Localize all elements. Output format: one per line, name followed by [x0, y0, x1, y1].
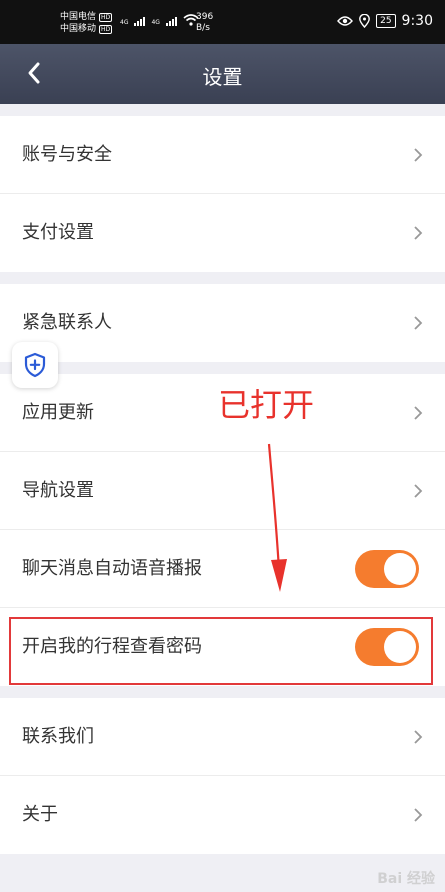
- speed-value: 396: [196, 12, 214, 22]
- chevron-right-icon: [414, 730, 423, 744]
- settings-item-label: 账号与安全: [22, 144, 112, 165]
- hd-badge: HD: [99, 24, 113, 34]
- carrier-2-label: 中国移动: [60, 24, 97, 34]
- toggle-knob: [384, 553, 416, 585]
- network-speed: 396 B/s: [196, 12, 213, 34]
- annotation-text: 已打开: [218, 386, 315, 424]
- hd-badge: HD: [99, 12, 113, 22]
- settings-item-account-security[interactable]: 账号与安全: [0, 116, 445, 194]
- chevron-right-icon: [414, 406, 423, 420]
- settings-group-emergency: 紧急联系人: [0, 284, 445, 362]
- chevron-right-icon: [414, 316, 423, 330]
- settings-item-payment[interactable]: 支付设置: [0, 194, 445, 272]
- settings-item-voice-broadcast: 聊天消息自动语音播报: [0, 530, 445, 608]
- voice-broadcast-toggle[interactable]: [355, 550, 419, 588]
- settings-item-label: 导航设置: [22, 480, 94, 501]
- status-right: 25 9:30: [337, 13, 433, 29]
- settings-item-label: 联系我们: [22, 726, 94, 747]
- battery-icon: 25: [376, 14, 396, 28]
- signal-bars-icon: [165, 17, 177, 26]
- settings-group-about: 联系我们 关于: [0, 698, 445, 854]
- chevron-right-icon: [414, 148, 423, 162]
- settings-item-navigation[interactable]: 导航设置: [0, 452, 445, 530]
- speed-unit: B/s: [196, 23, 210, 33]
- page-title: 设置: [202, 65, 243, 89]
- settings-group-account: 账号与安全 支付设置: [0, 116, 445, 272]
- settings-item-emergency-contact[interactable]: 紧急联系人: [0, 284, 445, 362]
- settings-item-label: 聊天消息自动语音播报: [22, 558, 202, 579]
- clock: 9:30: [401, 13, 433, 29]
- settings-item-label: 关于: [22, 804, 58, 825]
- location-icon: [359, 14, 370, 28]
- highlight-box: [9, 617, 433, 685]
- safety-shield-button[interactable]: [12, 342, 58, 388]
- status-bar: 中国电信 HD 中国移动 HD 4G 4G 396 B/s 25 9:30: [0, 0, 445, 44]
- nav-bar: 设置: [0, 44, 445, 104]
- signal-indicators: 4G 4G: [120, 14, 199, 26]
- eye-icon: [337, 16, 354, 26]
- settings-item-about[interactable]: 关于: [0, 776, 445, 854]
- shield-plus-icon: [24, 352, 46, 378]
- settings-item-label: 支付设置: [22, 222, 94, 243]
- carrier-info: 中国电信 HD 中国移动 HD: [60, 11, 113, 35]
- watermark: Bai 经验: [377, 871, 435, 887]
- network-type-1: 4G: [120, 19, 129, 26]
- network-type-2: 4G: [151, 19, 160, 26]
- chevron-right-icon: [414, 484, 423, 498]
- chevron-right-icon: [414, 808, 423, 822]
- chevron-right-icon: [414, 226, 423, 240]
- settings-item-contact-us[interactable]: 联系我们: [0, 698, 445, 776]
- annotation-arrow-icon: [267, 443, 287, 592]
- carrier-1-label: 中国电信: [60, 12, 97, 22]
- signal-bars-icon: [134, 17, 146, 26]
